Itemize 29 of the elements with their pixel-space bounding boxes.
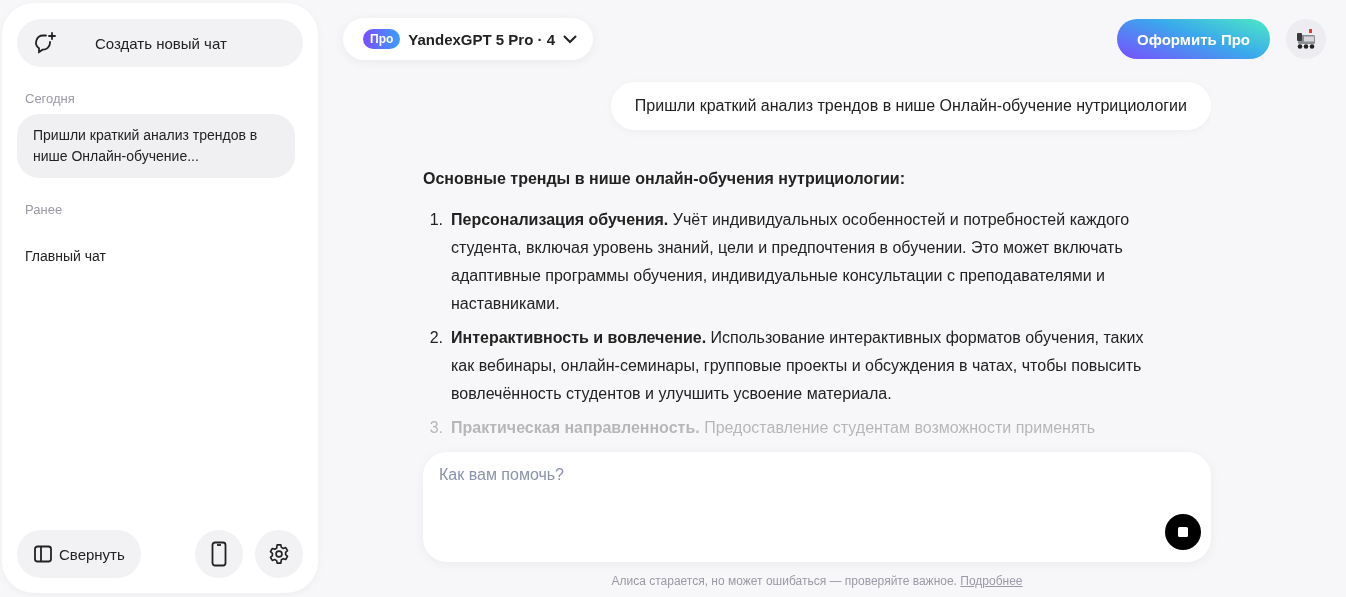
chat-item[interactable]: Главный чат	[17, 235, 287, 278]
chevron-down-icon	[563, 34, 577, 44]
user-message: Пришли краткий анализ трендов в нише Онлайн-обучение нутрициологии	[610, 82, 1211, 130]
collapse-button[interactable]: Свернуть	[17, 530, 141, 578]
list-number: 2.	[428, 328, 444, 348]
disclaimer-text: Алиса старается, но может ошибаться — проверяйте важное.	[611, 574, 957, 588]
group-title: Ранее	[25, 202, 64, 217]
model-name: YandexGPT 5 Pro · 4	[408, 30, 555, 48]
phone-icon	[211, 541, 227, 567]
list-item-text: Практическая направленность. Предоставление студентам возможности применять	[451, 418, 1097, 438]
settings-icon	[268, 543, 290, 565]
list-number: 3.	[428, 418, 444, 438]
group-title: Сегодня	[25, 91, 76, 106]
phone-button[interactable]	[195, 530, 243, 578]
sidebar-icon	[33, 544, 53, 564]
stop-icon	[1178, 527, 1188, 537]
stop-button[interactable]	[1165, 514, 1201, 550]
list-item-text: Интерактивность и вовлечение. Использование интерактивных форматов обучения, таких как вебинары, онлайн-семинары, групповые проекты и обсуждения в чатах, чтобы повысить вовлечённость студентов и улучшить усвоение материала.	[451, 328, 1145, 404]
answer-heading: Основные тренды в нише онлайн-обучения нутрициологии:	[423, 170, 906, 188]
settings-button[interactable]	[255, 530, 303, 578]
model-selector[interactable]: Про YandexGPT 5 Pro · 4	[343, 18, 593, 60]
chat-item[interactable]: Пришли краткий анализ трендов в нише Онлайн-обучение...	[17, 114, 295, 178]
avatar-button[interactable]	[1286, 19, 1326, 59]
chat-plus-icon	[33, 31, 57, 55]
robot-icon	[1294, 27, 1318, 51]
list-item-text: Персонализация обучения. Учёт индивидуальных особенностей и потребностей каждого студента, включая уровень знаний, цели и предпочтения в обучении. Это может включать адаптивные программы обучения, индивидуальные консультации с преподавателями и наставниками.	[451, 210, 1131, 314]
pro-badge: Про	[363, 29, 401, 49]
new-chat-button[interactable]: Создать новый чат	[17, 19, 303, 67]
list-number: 1.	[428, 210, 444, 230]
